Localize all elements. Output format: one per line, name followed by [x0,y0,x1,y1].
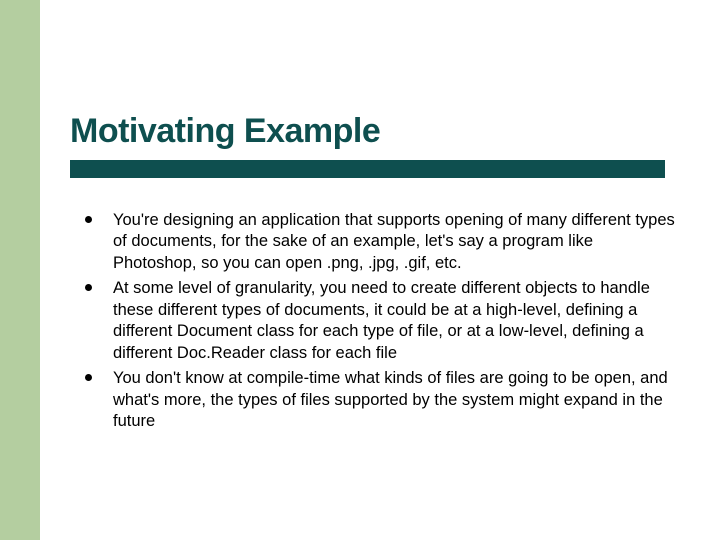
bullet-icon [85,216,92,223]
title-underline [70,160,665,178]
list-item: You don't know at compile-time what kind… [85,368,675,432]
slide-title: Motivating Example [70,112,380,151]
sidebar-accent [0,0,40,540]
bullet-icon [85,284,92,291]
slide: Motivating Example You're designing an a… [0,0,720,540]
list-item: You're designing an application that sup… [85,210,675,274]
list-item: At some level of granularity, you need t… [85,278,675,364]
bullet-text: You don't know at compile-time what kind… [113,369,668,430]
bullet-text: At some level of granularity, you need t… [113,279,650,361]
bullet-icon [85,374,92,381]
bullet-list: You're designing an application that sup… [85,210,675,436]
bullet-text: You're designing an application that sup… [113,211,675,272]
